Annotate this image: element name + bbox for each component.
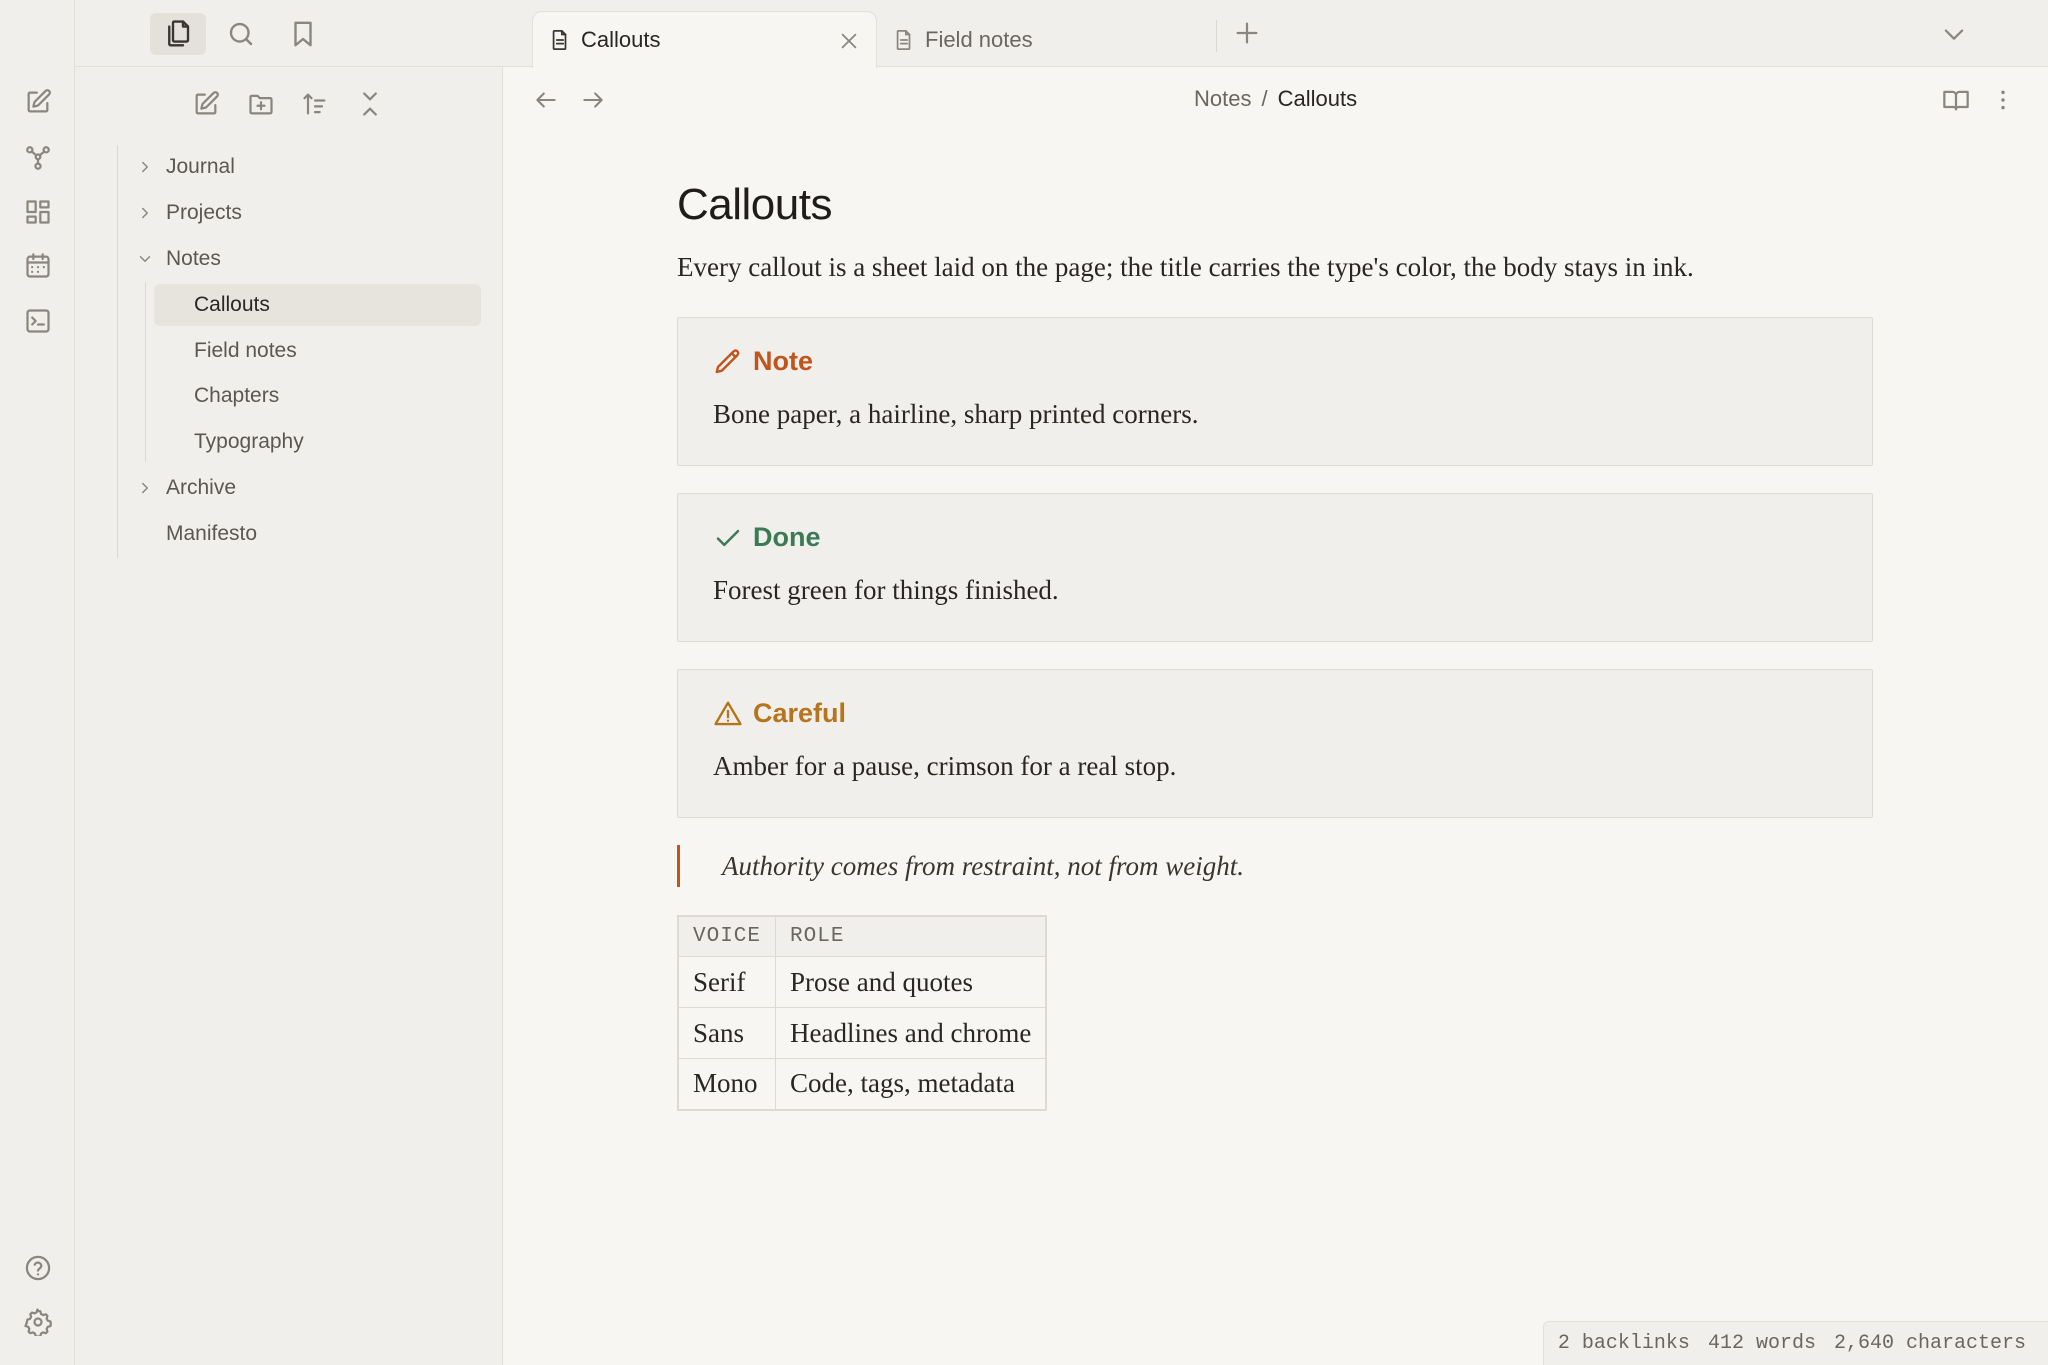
callout-title: Done (713, 522, 1837, 553)
folder-projects[interactable]: Projects (130, 192, 242, 234)
tab-callouts[interactable]: Callouts (532, 11, 877, 68)
chevron-down-icon[interactable] (1940, 20, 1968, 48)
file-label: Chapters (194, 384, 280, 407)
chevron-right-icon (130, 479, 160, 497)
new-tab-icon[interactable] (1233, 19, 1261, 47)
file-callouts[interactable]: Callouts (154, 284, 481, 326)
table-row: Serif Prose and quotes (677, 956, 1047, 1008)
table-row: Sans Headlines and chrome (677, 1007, 1047, 1059)
close-icon[interactable] (838, 30, 860, 52)
callout-body: Amber for a pause, crimson for a real st… (713, 751, 1177, 781)
settings-icon[interactable] (22, 1306, 54, 1338)
table-cell: Serif (677, 956, 777, 1008)
calendar-icon[interactable] (22, 250, 54, 282)
callout-body: Bone paper, a hairline, sharp printed co… (713, 399, 1199, 429)
table-header: ROLE (775, 915, 1047, 957)
callout-note: Note Bone paper, a hairline, sharp print… (677, 317, 1873, 466)
sidebar-tab-header (75, 0, 503, 67)
search-icon[interactable] (213, 13, 269, 55)
file-typography[interactable]: Typography (154, 421, 304, 463)
new-note-icon[interactable] (22, 86, 54, 118)
sort-icon[interactable] (297, 86, 333, 122)
file-label: Callouts (194, 293, 270, 316)
breadcrumb-separator: / (1261, 86, 1268, 111)
folder-archive[interactable]: Archive (130, 467, 236, 509)
breadcrumb-current[interactable]: Callouts (1278, 86, 1357, 112)
canvas-icon[interactable] (22, 196, 54, 228)
callout-title-text: Done (753, 522, 821, 552)
file-field-notes[interactable]: Field notes (154, 330, 297, 372)
tab-label: Callouts (581, 27, 661, 52)
blockquote: Authority comes from restraint, not from… (677, 845, 1873, 887)
tab-bar: Callouts Field notes (503, 0, 2048, 68)
table-cell: Mono (677, 1058, 777, 1110)
folder-label: Journal (166, 155, 235, 178)
table-header: VOICE (677, 915, 777, 957)
new-note-icon[interactable] (188, 86, 224, 122)
table-header-row: VOICE ROLE (677, 915, 1047, 957)
ribbon (0, 0, 75, 1365)
tab-label: Field notes (925, 26, 1033, 52)
bookmark-icon[interactable] (275, 13, 331, 55)
check-icon (713, 523, 743, 553)
back-arrow-icon[interactable] (528, 82, 564, 118)
folder-notes[interactable]: Notes (130, 238, 221, 280)
folder-journal[interactable]: Journal (130, 146, 235, 188)
breadcrumb: Notes / Callouts (1194, 86, 1357, 112)
callout-title: Note (713, 346, 1837, 377)
callout-careful: Careful Amber for a pause, crimson for a… (677, 669, 1873, 818)
chevron-down-icon (130, 250, 160, 268)
callout-done: Done Forest green for things finished. (677, 493, 1873, 642)
table-cell: Code, tags, metadata (775, 1058, 1047, 1110)
file-manifesto[interactable]: Manifesto (166, 513, 257, 555)
tree-guide (145, 282, 146, 462)
terminal-icon[interactable] (22, 305, 54, 337)
tab-divider (1216, 20, 1217, 52)
breadcrumb-parent[interactable]: Notes (1194, 86, 1251, 112)
folder-label: Projects (166, 201, 242, 224)
note-document: Callouts Every callout is a sheet laid o… (677, 180, 1873, 1111)
callout-title-text: Careful (753, 698, 847, 728)
file-label: Field notes (194, 339, 297, 362)
more-options-icon[interactable] (1985, 82, 2021, 118)
forward-arrow-icon[interactable] (575, 82, 611, 118)
warning-icon (713, 699, 743, 729)
table-cell: Prose and quotes (775, 956, 1047, 1008)
page-title: Callouts (677, 180, 832, 229)
file-chapters[interactable]: Chapters (154, 375, 279, 417)
status-bar: 2 backlinks 412 words 2,640 characters (1542, 1321, 2048, 1365)
folder-label: Archive (166, 476, 237, 499)
character-count: 2,640 characters (1833, 1332, 2026, 1355)
reading-view-icon[interactable] (1938, 82, 1974, 118)
help-icon[interactable] (22, 1252, 54, 1284)
file-label: Manifesto (166, 522, 258, 545)
table-cell: Sans (677, 1007, 777, 1059)
file-label: Typography (194, 430, 304, 453)
table-cell: Headlines and chrome (775, 1007, 1047, 1059)
folder-label: Notes (166, 247, 221, 270)
callout-body: Forest green for things finished. (713, 575, 1059, 605)
document-icon (893, 29, 915, 51)
collapse-all-icon[interactable] (352, 86, 388, 122)
tree-guide (117, 145, 118, 558)
document-icon (549, 29, 571, 51)
backlinks-count[interactable]: 2 backlinks (1558, 1332, 1690, 1355)
table-row: Mono Code, tags, metadata (677, 1058, 1047, 1110)
tab-field-notes[interactable]: Field notes (891, 11, 1221, 68)
files-icon[interactable] (150, 13, 206, 55)
chevron-right-icon (130, 204, 160, 222)
chevron-right-icon (130, 158, 160, 176)
voice-table: VOICE ROLE Serif Prose and quotes Sans H… (677, 915, 1048, 1111)
callout-title: Careful (713, 698, 1837, 729)
lead-paragraph: Every callout is a sheet laid on the pag… (677, 252, 1694, 282)
word-count: 412 words (1707, 1332, 1816, 1355)
graph-icon[interactable] (22, 142, 54, 174)
pencil-icon (713, 347, 743, 377)
callout-title-text: Note (753, 346, 813, 376)
new-folder-icon[interactable] (243, 86, 279, 122)
